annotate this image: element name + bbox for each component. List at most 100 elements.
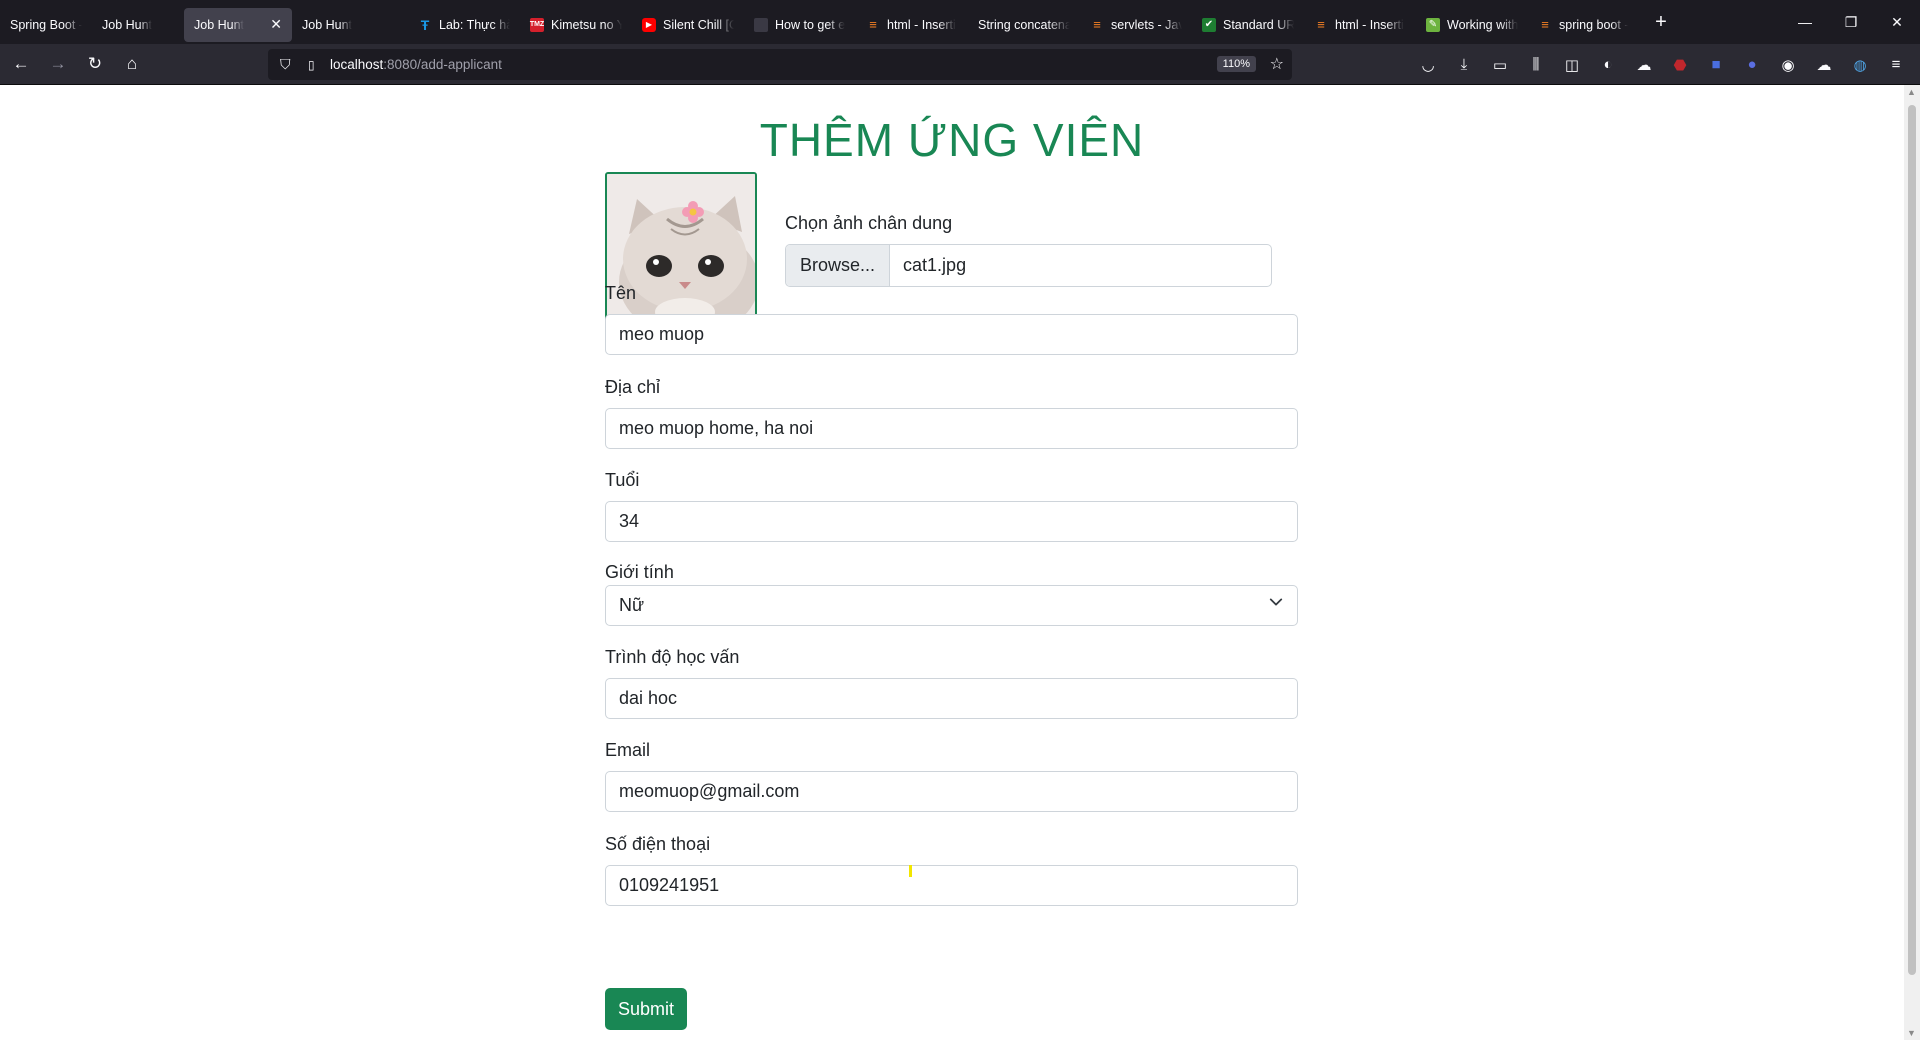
page-content: THÊM ỨNG VIÊN Chọn ảnh chân dung Browse.… [0, 85, 1904, 1040]
tab-label: servlets - Java [1111, 17, 1182, 32]
scroll-down-icon[interactable]: ▼ [1907, 1028, 1916, 1038]
back-icon[interactable]: ← [5, 48, 37, 80]
home-icon[interactable]: ⌂ [116, 48, 148, 80]
toolbar-icons: ◡ ⤓ ▭ ⫼ ◫ ◐ ☁ ⬣ ■ ● ◉ ☁ ◍ ≡ [1410, 44, 1914, 85]
page-title: THÊM ỨNG VIÊN [759, 114, 1145, 166]
name-group: Tên meo muop [605, 283, 1298, 355]
spring-icon: ✎ [1426, 17, 1440, 32]
library-icon[interactable]: ⫼ [1518, 49, 1554, 81]
text-cursor [909, 865, 912, 877]
age-group: Tuổi 34 [605, 470, 1298, 542]
tab-html-inserting-2[interactable]: ≡ html - Inserti [1304, 8, 1416, 42]
scroll-up-icon[interactable]: ▲ [1907, 87, 1916, 97]
extension-2-icon[interactable]: ☁ [1626, 49, 1662, 81]
tab-spring-boot-so[interactable]: ≡ spring boot - [1528, 8, 1640, 42]
tab-job-hunt-active[interactable]: Job Hunt ✕ [184, 7, 292, 42]
bookmark-star-icon[interactable]: ☆ [1270, 54, 1284, 74]
youtube-icon: ▶ [642, 17, 656, 32]
tab-string-concat[interactable]: String concatena [968, 8, 1080, 42]
phone-group: Số điện thoại 0109241951 [605, 834, 1298, 906]
tab-label: Job Hunt [302, 17, 353, 32]
extension-5-icon[interactable]: ◉ [1770, 49, 1806, 81]
account-icon[interactable]: ◍ [1842, 49, 1878, 81]
chevron-down-icon [1269, 598, 1283, 606]
tab-html-inserting-1[interactable]: ≡ html - Inserti [856, 8, 968, 42]
submit-button[interactable]: Submit [605, 988, 687, 1030]
tab-lab[interactable]: Ŧ Lab: Thực hà [408, 8, 520, 42]
shield-icon[interactable]: ⛉ [280, 56, 300, 73]
gender-label: Giới tính [605, 562, 674, 582]
menu-icon[interactable]: ≡ [1878, 49, 1914, 81]
browse-button[interactable]: Browse... [786, 245, 891, 286]
stackoverflow-icon: ≡ [1093, 17, 1101, 32]
address-input[interactable]: meo muop home, ha noi [605, 408, 1298, 449]
tab-label: Job Hunt [102, 17, 153, 32]
tab-label: Job Hunt [194, 17, 245, 32]
education-input[interactable]: dai hoc [605, 678, 1298, 719]
tab-bar: Spring Boot - 1đ Job Hunt Job Hunt ✕ Job… [0, 0, 1920, 44]
tab-label: Silent Chill [C [663, 17, 734, 32]
photo-upload: Chọn ảnh chân dung Browse... cat1.jpg [785, 213, 1273, 287]
phone-label: Số điện thoại [605, 834, 711, 854]
education-label: Trình độ học vấn [605, 647, 740, 667]
tab-label: Spring Boot - 1đ [10, 17, 82, 32]
selected-file-name: cat1.jpg [903, 255, 967, 275]
tab-job-hunt-2[interactable]: Job Hunt [292, 8, 408, 42]
tab-label: How to get e [775, 17, 846, 32]
tab-working-with[interactable]: ✎ Working with [1416, 8, 1528, 42]
screenshot-icon[interactable]: ▭ [1482, 49, 1518, 81]
restore-icon[interactable]: ❐ [1828, 0, 1874, 44]
download-icon[interactable]: ⤓ [1446, 49, 1482, 81]
tab-spring-boot[interactable]: Spring Boot - 1đ [0, 8, 92, 42]
minimize-icon[interactable]: — [1782, 0, 1828, 44]
ublock-icon[interactable]: ⬣ [1662, 49, 1698, 81]
tab-silent-chill[interactable]: ▶ Silent Chill [C [632, 8, 744, 42]
new-tab-button[interactable]: + [1646, 11, 1676, 34]
tab-how-to-get[interactable]: How to get e [744, 8, 856, 42]
tab-label: Working with [1447, 17, 1518, 32]
page-scrollbar[interactable]: ▲ ▼ [1904, 85, 1920, 1040]
page-info-icon[interactable]: ▯ [308, 58, 330, 72]
sidebar-icon[interactable]: ◫ [1554, 49, 1590, 81]
tab-servlets[interactable]: ≡ servlets - Java [1080, 8, 1192, 42]
tab-label: html - Inserti [887, 17, 956, 32]
stackoverflow-icon: ≡ [1317, 17, 1325, 32]
scrollbar-thumb[interactable] [1908, 105, 1916, 975]
page-icon [754, 17, 768, 32]
phone-input[interactable]: 0109241951 [605, 865, 1298, 906]
tmz-icon: TMZ [530, 17, 544, 32]
forward-icon[interactable]: → [42, 48, 74, 80]
age-label: Tuổi [605, 470, 640, 490]
sync-icon[interactable]: ☁ [1806, 49, 1842, 81]
photo-file-input[interactable]: Browse... cat1.jpg [785, 244, 1272, 287]
close-window-icon[interactable]: ✕ [1874, 0, 1920, 44]
tab-label: String concatena [978, 17, 1070, 32]
email-input[interactable]: meomuop@gmail.com [605, 771, 1298, 812]
education-group: Trình độ học vấn dai hoc [605, 647, 1298, 719]
extension-1-icon[interactable]: ◐ [1590, 49, 1626, 81]
address-group: Địa chỉ meo muop home, ha noi [605, 377, 1298, 449]
tab-job-hunt-1[interactable]: Job Hunt [92, 8, 184, 42]
zoom-indicator[interactable]: 110% [1216, 56, 1256, 72]
age-input[interactable]: 34 [605, 501, 1298, 542]
extension-4-icon[interactable]: ● [1734, 49, 1770, 81]
reload-icon[interactable]: ↻ [79, 48, 111, 80]
gender-selected-value: Nữ [619, 595, 645, 615]
tab-standard-uri[interactable]: ✔ Standard URI [1192, 8, 1304, 42]
nav-toolbar: ← → ↻ ⌂ ⛉ ▯ localhost:8080/add-applicant… [0, 44, 1920, 85]
stackoverflow-icon: ≡ [1541, 17, 1549, 32]
address-label: Địa chỉ [605, 377, 661, 397]
pocket-icon[interactable]: ◡ [1410, 49, 1446, 81]
tab-label: Standard URI [1223, 17, 1294, 32]
close-tab-icon[interactable]: ✕ [264, 16, 282, 33]
tab-kimetsu[interactable]: TMZ Kimetsu no Y [520, 8, 632, 42]
window-controls: — ❐ ✕ [1782, 0, 1920, 44]
url-bar[interactable]: ⛉ ▯ localhost:8080/add-applicant 110% ☆ [268, 49, 1292, 80]
gender-select[interactable]: Nữ [605, 585, 1298, 626]
name-input[interactable]: meo muop [605, 314, 1298, 355]
email-group: Email meomuop@gmail.com [605, 740, 1298, 812]
check-icon: ✔ [1202, 17, 1216, 32]
email-label: Email [605, 740, 651, 760]
tab-label: html - Inserti [1335, 17, 1404, 32]
extension-3-icon[interactable]: ■ [1698, 49, 1734, 81]
